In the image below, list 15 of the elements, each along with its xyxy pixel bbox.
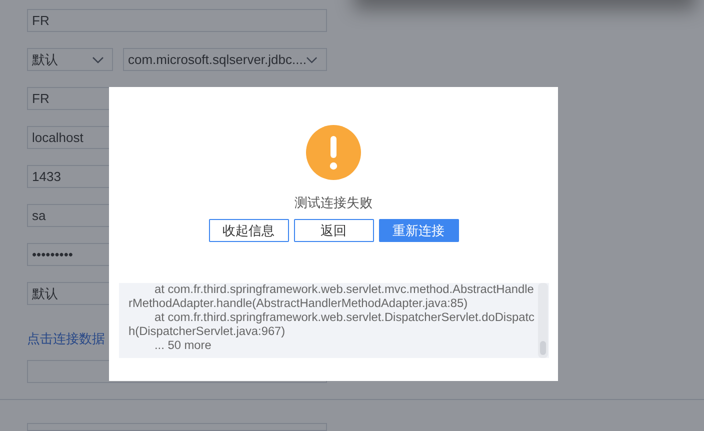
log-line: ... 50 more	[154, 338, 212, 352]
reconnect-button[interactable]: 重新连接	[378, 219, 458, 242]
dialog-button[interactable]: 返回	[294, 219, 374, 242]
error-message: 测试连接失败	[294, 195, 372, 211]
dropdown[interactable]: com.microsoft.sqlserver.jdbc....	[123, 48, 327, 71]
warning-icon	[306, 125, 361, 180]
scrollbar[interactable]	[538, 283, 548, 358]
chevron-down-icon	[306, 56, 318, 64]
input-field[interactable]: FR	[27, 9, 327, 32]
dialog-button[interactable]: 收起信息	[208, 219, 288, 242]
log-line: at com.fr.third.springframework.web.servlet.DispatcherServlet.doDispatch(DispatcherServlet.java:967)	[128, 310, 534, 338]
log-line: at com.fr.third.springframework.web.servlet.mvc.method.AbstractHandlerMethodAdapter.handle(AbstractHandlerMethodAdapter.java:85)	[128, 283, 534, 310]
dropdown[interactable]: 默认	[27, 48, 113, 71]
connect-database-link[interactable]: 点击连接数据	[27, 327, 105, 348]
chevron-down-icon	[92, 56, 104, 64]
